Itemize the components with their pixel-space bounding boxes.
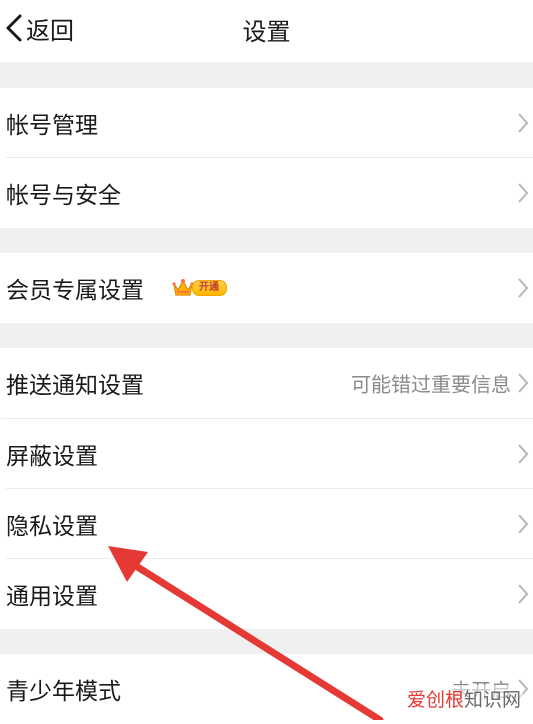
chevron-right-icon <box>518 444 529 464</box>
settings-row-push-notifications[interactable]: 推送通知设置 可能错过重要信息 <box>0 348 533 418</box>
settings-row-account-security[interactable]: 帐号与安全 <box>0 158 533 228</box>
chevron-right-icon <box>518 514 529 534</box>
watermark-brand: 爱创根 <box>406 689 464 711</box>
page-title: 设置 <box>242 18 291 46</box>
row-label: 屏蔽设置 <box>6 444 98 470</box>
chevron-right-icon <box>518 113 529 133</box>
settings-row-privacy-settings[interactable]: 隐私设置 <box>0 489 533 559</box>
vip-badge[interactable]: 开通 <box>172 278 227 298</box>
row-label: 会员专属设置 <box>6 278 144 304</box>
settings-row-vip-settings[interactable]: 会员专属设置 开通 <box>0 253 533 323</box>
row-label: 隐私设置 <box>6 514 98 540</box>
settings-row-general-settings[interactable]: 通用设置 <box>0 559 533 629</box>
settings-row-block-settings[interactable]: 屏蔽设置 <box>0 419 533 489</box>
row-label: 帐号与安全 <box>6 183 121 209</box>
chevron-right-icon <box>518 278 529 298</box>
row-label: 通用设置 <box>6 584 98 610</box>
watermark-suffix: 知识网 <box>463 689 521 711</box>
chevron-right-icon <box>518 183 529 203</box>
chevron-right-icon <box>518 373 529 393</box>
row-value: 可能错过重要信息 <box>351 372 511 397</box>
crown-icon <box>172 279 194 296</box>
watermark: 爱创根知识网 <box>404 685 523 712</box>
row-label: 推送通知设置 <box>6 373 144 399</box>
vip-open-label: 开通 <box>192 280 227 296</box>
row-label: 帐号管理 <box>6 113 98 139</box>
settings-row-account-management[interactable]: 帐号管理 <box>0 88 533 158</box>
chevron-right-icon <box>518 584 529 604</box>
row-label: 青少年模式 <box>6 679 121 705</box>
nav-header: 返回 设置 <box>0 0 533 62</box>
